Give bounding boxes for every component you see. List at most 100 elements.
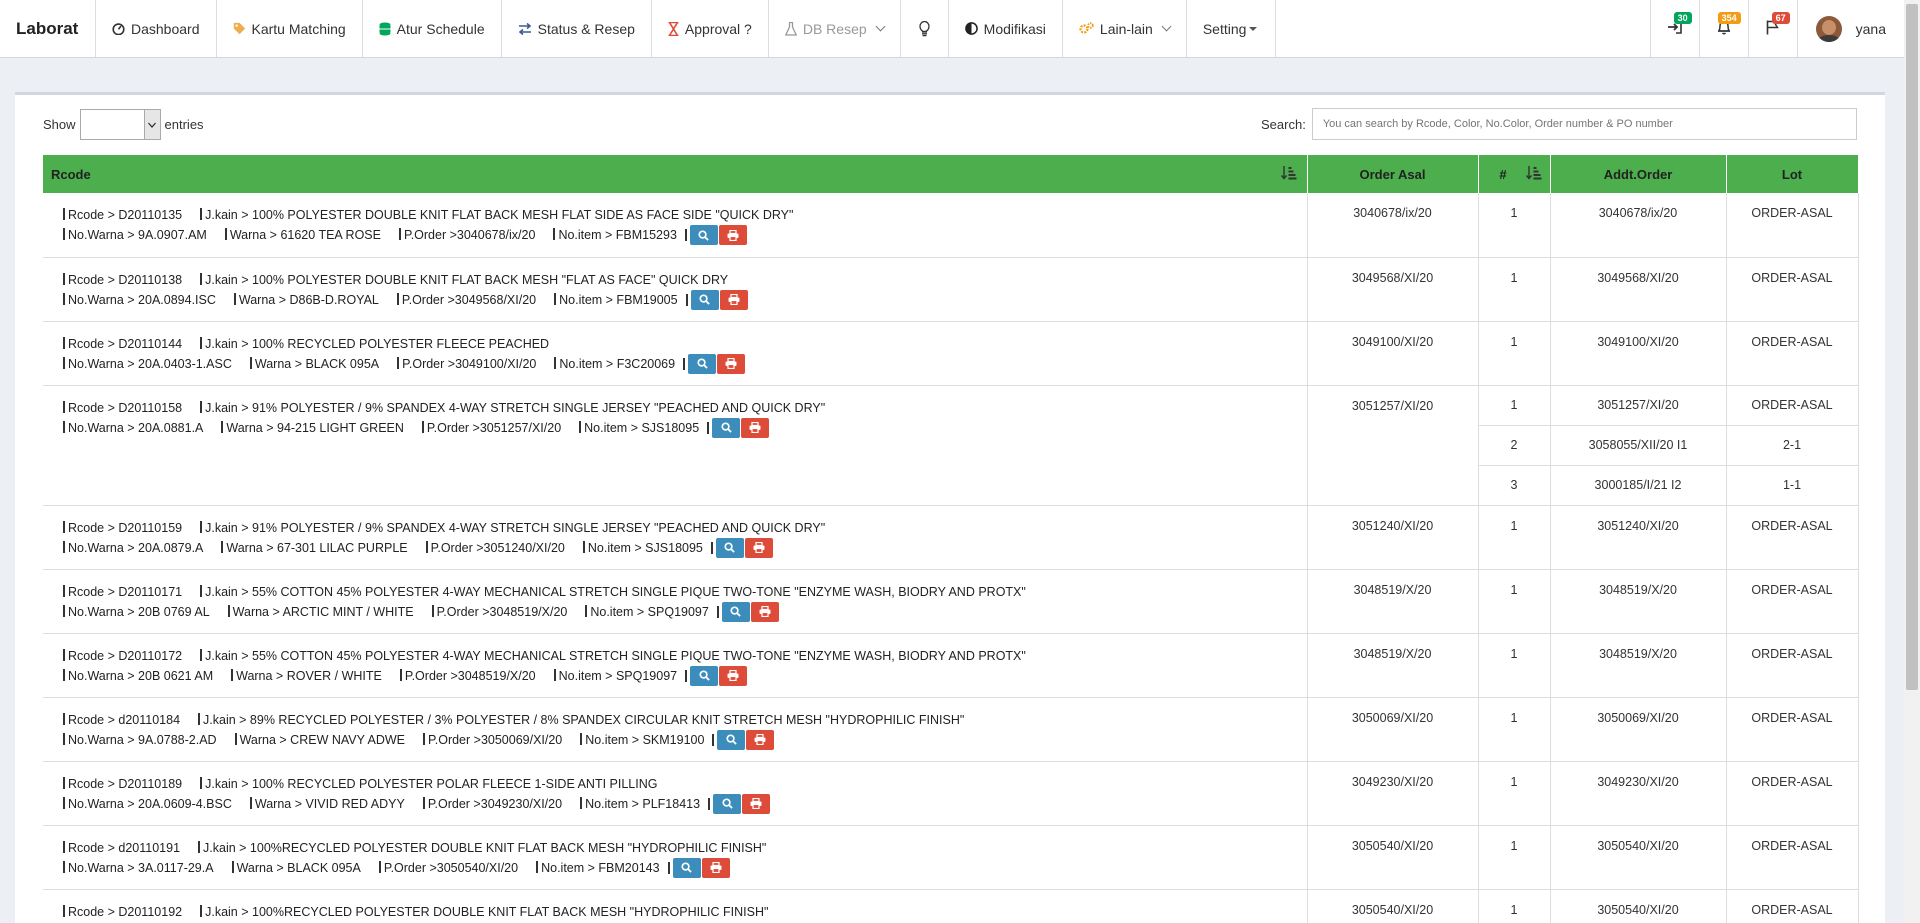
print-button[interactable] bbox=[746, 729, 775, 750]
print-button[interactable] bbox=[701, 857, 730, 878]
rcode-cell: Rcode > D20110192 J.kain > 100%RECYCLED P… bbox=[43, 889, 1308, 923]
view-button[interactable] bbox=[690, 289, 719, 310]
view-button[interactable] bbox=[715, 537, 744, 558]
print-button[interactable] bbox=[717, 353, 746, 374]
print-button[interactable] bbox=[750, 601, 779, 622]
rcode-line-1: Rcode > D20110144 J.kain > 100% RECYCLED … bbox=[63, 334, 1307, 354]
search-input[interactable] bbox=[1311, 108, 1857, 140]
print-button[interactable] bbox=[742, 793, 771, 814]
lot-cell: ORDER-ASAL bbox=[1726, 825, 1859, 890]
nav-atur-schedule[interactable]: Atur Schedule bbox=[363, 0, 502, 57]
print-icon bbox=[749, 422, 761, 433]
view-button[interactable] bbox=[717, 729, 746, 750]
entries-select[interactable] bbox=[79, 109, 161, 140]
nowarna-value: No.Warna > 20A.0894.ISC bbox=[63, 290, 216, 310]
rcode-cell: Rcode > D20110171 J.kain > 55% COTTON 45%… bbox=[43, 569, 1308, 634]
nav-kartu-matching[interactable]: Kartu Matching bbox=[217, 0, 363, 57]
table-controls: Show entries Search: bbox=[15, 95, 1885, 155]
print-button[interactable] bbox=[719, 289, 748, 310]
login-notifications[interactable]: 30 bbox=[1649, 0, 1699, 57]
num-cell: 1 bbox=[1478, 697, 1551, 762]
view-button[interactable] bbox=[672, 857, 701, 878]
jkain-value: J.kain > 91% POLYESTER / 9% SPANDEX 4-WA… bbox=[200, 518, 825, 538]
search-label: Search: bbox=[1261, 116, 1306, 132]
nav-dashboard-label: Dashboard bbox=[131, 20, 200, 37]
nav-lain-lain[interactable]: Lain-lain bbox=[1063, 0, 1187, 57]
rcode-cell: Rcode > D20110189 J.kain > 100% RECYCLED … bbox=[43, 761, 1308, 826]
avatar bbox=[1815, 15, 1842, 42]
bell-notifications[interactable]: 354 bbox=[1698, 0, 1748, 57]
chevron-down-icon bbox=[143, 110, 160, 139]
rcode-line-2: No.Warna > 20A.0403-1.ASC Warna > BLACK 0… bbox=[63, 353, 1307, 374]
print-button[interactable] bbox=[718, 225, 747, 245]
rcode-value: Rcode > d20110191 bbox=[63, 838, 180, 858]
porder-value: P.Order >3051257/XI/20 bbox=[422, 418, 561, 438]
view-button[interactable] bbox=[712, 417, 741, 438]
view-button[interactable] bbox=[688, 353, 717, 374]
nav-bulb[interactable] bbox=[901, 0, 949, 57]
length-control: Show entries bbox=[43, 109, 204, 140]
user-menu[interactable]: yana bbox=[1796, 0, 1904, 57]
table-row: Rcode > D20110159 J.kain > 91% POLYESTER … bbox=[43, 505, 1859, 570]
addt-order-cell: 3050069/XI/20 bbox=[1550, 697, 1727, 762]
search-icon bbox=[722, 798, 733, 809]
column-header-num[interactable]: # bbox=[1478, 155, 1551, 193]
addt-order-cell: 3051257/XI/20 bbox=[1550, 385, 1727, 426]
bell-badge: 354 bbox=[1717, 12, 1741, 24]
num-cell: 1 bbox=[1478, 257, 1551, 322]
noitem-value: No.item > FBM20143 bbox=[536, 858, 659, 878]
print-icon bbox=[750, 798, 762, 809]
porder-value: P.Order >3050069/XI/20 bbox=[423, 730, 562, 750]
separator-bar bbox=[707, 421, 710, 434]
jkain-value: J.kain > 100% RECYCLED POLYESTER FLEECE … bbox=[200, 334, 549, 354]
column-header-addt-order[interactable]: Addt.Order bbox=[1550, 155, 1727, 193]
view-button[interactable] bbox=[689, 225, 718, 245]
porder-value: P.Order >3050540/XI/20 bbox=[379, 858, 518, 878]
addt-order-cell: 3049100/XI/20 bbox=[1550, 321, 1727, 386]
print-button[interactable] bbox=[741, 417, 770, 438]
porder-value: P.Order >3051240/XI/20 bbox=[426, 538, 565, 558]
column-header-lot[interactable]: Lot bbox=[1726, 155, 1859, 193]
column-header-order-asal[interactable]: Order Asal bbox=[1307, 155, 1479, 193]
rcode-line-1: Rcode > D20110135 J.kain > 100% POLYESTER… bbox=[63, 205, 1307, 225]
rcode-value: Rcode > D20110172 bbox=[63, 646, 182, 666]
table-row: Rcode > D20110135 J.kain > 100% POLYESTER… bbox=[43, 193, 1859, 258]
view-button[interactable] bbox=[713, 793, 742, 814]
nav-db-resep[interactable]: DB Resep bbox=[769, 0, 901, 57]
brand-logo[interactable]: Laborat bbox=[0, 0, 96, 57]
flag-notifications[interactable]: 67 bbox=[1747, 0, 1797, 57]
column-header-rcode-label: Rcode bbox=[51, 166, 91, 182]
nav-setting[interactable]: Setting bbox=[1187, 0, 1277, 57]
warna-value: Warna > VIVID RED ADYY bbox=[250, 794, 405, 814]
separator-bar bbox=[712, 733, 715, 746]
rcode-line-2: No.Warna > 20B 0621 AM Warna > ROVER / WH… bbox=[63, 665, 1307, 686]
nav-approval-label: Approval ? bbox=[684, 20, 752, 37]
hourglass-icon bbox=[668, 21, 679, 36]
porder-value: P.Order >3040678/ix/20 bbox=[399, 225, 535, 245]
rcode-cell: Rcode > D20110158 J.kain > 91% POLYESTER … bbox=[43, 385, 1308, 506]
addt-order-cell: 3050540/XI/20 bbox=[1550, 889, 1727, 923]
rcode-cell: Rcode > D20110144 J.kain > 100% RECYCLED … bbox=[43, 321, 1308, 386]
warna-value: Warna > 61620 TEA ROSE bbox=[225, 225, 381, 245]
dashboard-icon bbox=[112, 22, 125, 35]
user-name: yana bbox=[1855, 20, 1886, 37]
page-scrollbar-thumb[interactable] bbox=[1906, 4, 1918, 690]
jkain-value: J.kain > 89% RECYCLED POLYESTER / 3% POL… bbox=[198, 710, 964, 730]
search-icon bbox=[726, 734, 737, 745]
column-header-rcode[interactable]: Rcode bbox=[43, 155, 1308, 193]
print-button[interactable] bbox=[744, 537, 773, 558]
view-button[interactable] bbox=[690, 665, 719, 686]
print-button[interactable] bbox=[719, 665, 748, 686]
nav-approval[interactable]: Approval ? bbox=[652, 0, 769, 57]
view-button[interactable] bbox=[721, 601, 750, 622]
order-asal-cell: 3048519/X/20 bbox=[1307, 633, 1479, 698]
rcode-value: Rcode > D20110158 bbox=[63, 398, 182, 418]
warna-value: Warna > D86B-D.ROYAL bbox=[234, 290, 379, 310]
nav-status-resep[interactable]: Status & Resep bbox=[502, 0, 652, 57]
order-asal-cell: 3050540/XI/20 bbox=[1307, 825, 1479, 890]
rcode-cell: Rcode > D20110135 J.kain > 100% POLYESTER… bbox=[43, 193, 1308, 258]
separator-bar bbox=[683, 357, 686, 370]
nav-modifikasi[interactable]: Modifikasi bbox=[949, 0, 1063, 57]
nav-dashboard[interactable]: Dashboard bbox=[96, 0, 217, 57]
table-row: Rcode > D20110172 J.kain > 55% COTTON 45%… bbox=[43, 633, 1859, 698]
